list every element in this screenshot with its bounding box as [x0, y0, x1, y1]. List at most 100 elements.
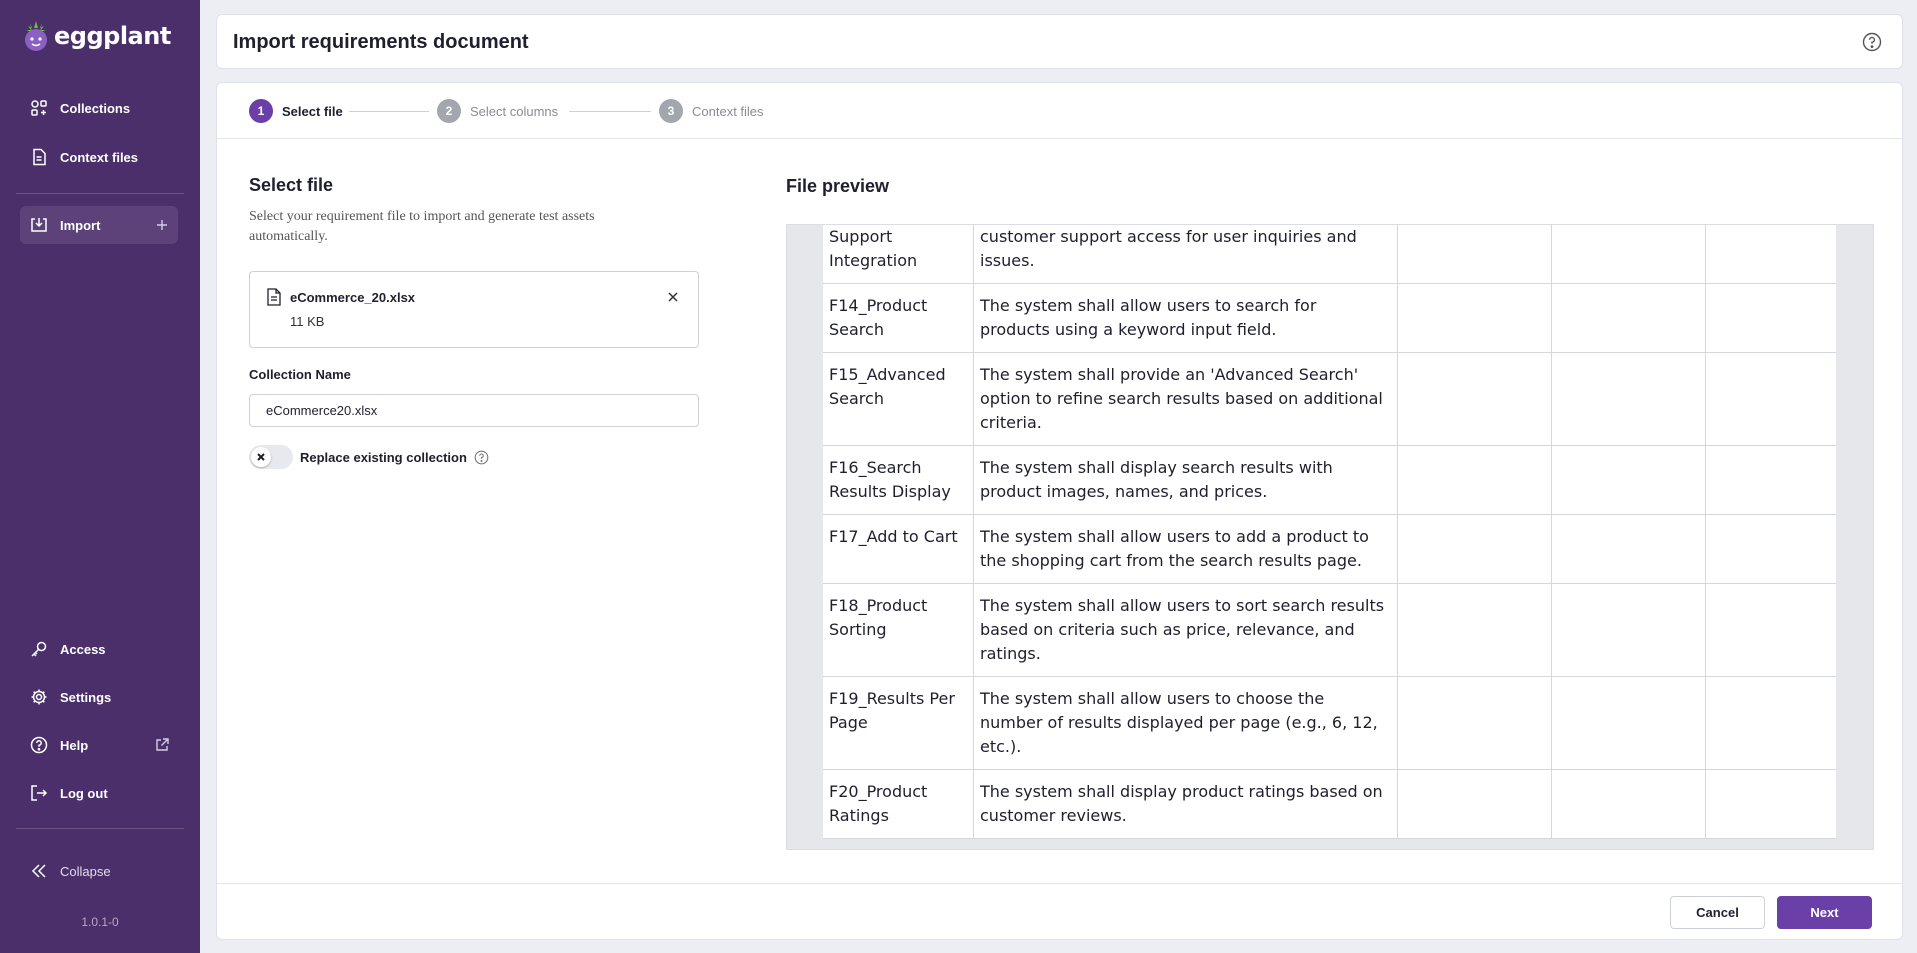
requirement-id-cell: F19_Results Per Page	[823, 677, 974, 769]
preview-grid: Support Integration customer support acce…	[823, 225, 1836, 839]
step-select-file[interactable]: 1 Select file	[249, 99, 343, 123]
requirement-id-cell: F15_Advanced Search	[823, 353, 974, 445]
empty-cell	[1706, 677, 1836, 769]
step-number: 1	[249, 99, 273, 123]
sidebar-item-label: Collections	[60, 100, 131, 116]
replace-collection-toggle[interactable]	[249, 445, 293, 469]
empty-cell	[1552, 584, 1706, 676]
empty-cell	[1552, 225, 1706, 283]
empty-cell	[1398, 515, 1552, 583]
empty-cell	[1706, 515, 1836, 583]
toggle-knob	[251, 447, 271, 467]
requirement-description-cell: The system shall allow users to search f…	[974, 284, 1398, 352]
select-file-description: Select your requirement file to import a…	[249, 209, 595, 244]
table-row: F14_Product Search The system shall allow…	[823, 284, 1836, 353]
collections-icon	[31, 100, 47, 116]
close-icon[interactable]	[666, 290, 680, 304]
table-row: F16_Search Results Display The system sha…	[823, 446, 1836, 515]
empty-cell	[1552, 284, 1706, 352]
empty-cell	[1398, 225, 1552, 283]
step-number: 3	[659, 99, 683, 123]
select-file-title: Select file	[249, 175, 334, 195]
app-version: 1.0.1-0	[81, 915, 119, 929]
replace-collection-label: Replace existing collection	[300, 450, 467, 465]
key-icon	[31, 641, 47, 657]
collection-name-label: Collection Name	[249, 367, 351, 382]
page-title: Import requirements document	[233, 31, 529, 53]
requirement-description-cell: The system shall allow users to sort sea…	[974, 584, 1398, 676]
empty-cell	[1552, 353, 1706, 445]
sidebar-item-label: Settings	[60, 689, 112, 705]
step-select-columns[interactable]: 2 Select columns	[437, 99, 558, 123]
sidebar-item-label: Access	[60, 641, 106, 657]
requirement-id-cell: F17_Add to Cart	[823, 515, 974, 583]
sidebar-item-help[interactable]: Help	[20, 726, 178, 764]
step-label: Select file	[282, 103, 343, 119]
table-row: Support Integration customer support acce…	[823, 225, 1836, 284]
eggplant-logo[interactable]: eggplant	[22, 20, 171, 52]
table-row: F18_Product Sorting The system shall allo…	[823, 584, 1836, 677]
import-wizard: 1 Select file 2 Select columns 3 Context…	[216, 82, 1903, 940]
logout-icon	[31, 785, 48, 801]
step-label: Context files	[692, 103, 764, 119]
empty-cell	[1706, 770, 1836, 838]
cancel-button[interactable]: Cancel	[1670, 896, 1765, 929]
file-size: 11 KB	[290, 314, 325, 329]
sidebar: eggplant Collections Context files Impor…	[0, 0, 200, 953]
document-icon	[33, 148, 46, 166]
requirement-description-cell: The system shall provide an 'Advanced Se…	[974, 353, 1398, 445]
sidebar-item-context-files[interactable]: Context files	[20, 138, 178, 176]
requirement-description-cell: The system shall allow users to choose t…	[974, 677, 1398, 769]
page-header: Import requirements document	[216, 14, 1903, 69]
next-button[interactable]: Next	[1777, 896, 1872, 929]
requirement-id-cell: F14_Product Search	[823, 284, 974, 352]
sidebar-item-collections[interactable]: Collections	[20, 89, 178, 127]
step-connector	[349, 111, 429, 112]
empty-cell	[1398, 353, 1552, 445]
step-connector	[569, 111, 651, 112]
help-icon[interactable]	[1862, 32, 1882, 52]
sidebar-item-label: Import	[60, 217, 101, 233]
sidebar-item-import[interactable]: Import	[20, 206, 178, 244]
empty-cell	[1552, 446, 1706, 514]
requirement-description-cell: The system shall display product ratings…	[974, 770, 1398, 838]
table-row: F15_Advanced Search The system shall prov…	[823, 353, 1836, 446]
import-icon	[31, 218, 47, 232]
step-context-files[interactable]: 3 Context files	[659, 99, 764, 123]
file-icon	[267, 288, 281, 306]
empty-cell	[1706, 284, 1836, 352]
requirement-id-cell: Support Integration	[823, 225, 974, 283]
double-chevron-left-icon	[31, 864, 46, 878]
sidebar-divider	[16, 828, 184, 829]
empty-cell	[1552, 515, 1706, 583]
empty-cell	[1398, 584, 1552, 676]
empty-cell	[1706, 225, 1836, 283]
requirement-id-cell: F20_Product Ratings	[823, 770, 974, 838]
external-link-icon	[156, 738, 169, 751]
step-number: 2	[437, 99, 461, 123]
requirement-id-cell: F16_Search Results Display	[823, 446, 974, 514]
table-row: F19_Results Per Page The system shall all…	[823, 677, 1836, 770]
requirement-id-cell: F18_Product Sorting	[823, 584, 974, 676]
file-preview[interactable]: Support Integration customer support acce…	[786, 224, 1874, 850]
sidebar-item-access[interactable]: Access	[20, 630, 178, 668]
x-icon	[257, 453, 265, 461]
sidebar-item-logout[interactable]: Log out	[20, 774, 178, 812]
empty-cell	[1706, 353, 1836, 445]
sidebar-item-settings[interactable]: Settings	[20, 678, 178, 716]
plus-icon[interactable]	[154, 217, 170, 233]
table-row: F20_Product Ratings The system shall disp…	[823, 770, 1836, 839]
help-icon[interactable]	[474, 450, 489, 465]
empty-cell	[1552, 770, 1706, 838]
empty-cell	[1706, 584, 1836, 676]
collapse-button[interactable]: Collapse	[20, 852, 178, 890]
brand-name: eggplant	[54, 22, 171, 50]
step-label: Select columns	[470, 103, 559, 119]
empty-cell	[1398, 770, 1552, 838]
empty-cell	[1398, 677, 1552, 769]
collection-name-input[interactable]	[249, 394, 699, 427]
empty-cell	[1706, 446, 1836, 514]
sidebar-item-label: Context files	[60, 149, 139, 165]
sidebar-divider	[16, 193, 184, 194]
wizard-footer: Cancel Next	[217, 883, 1902, 939]
